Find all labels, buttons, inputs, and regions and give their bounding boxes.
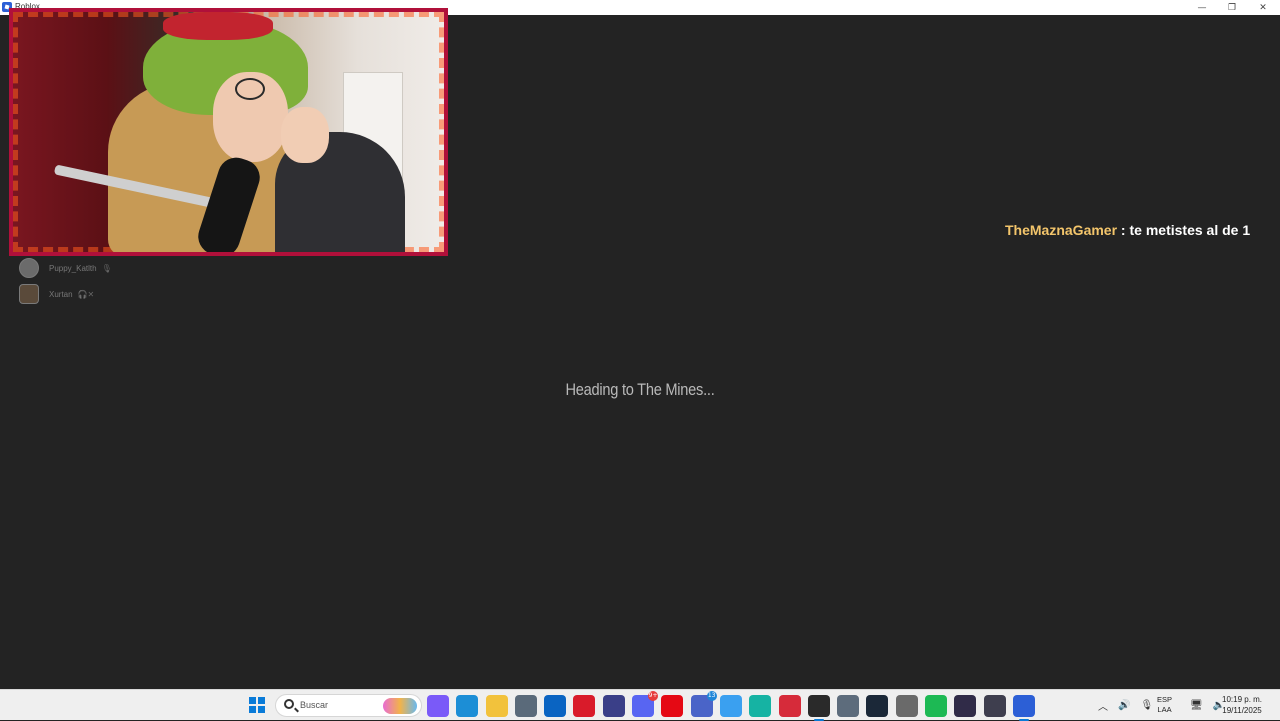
edge-icon[interactable] [456,695,479,717]
microphone-icon[interactable]: 🎙 [1140,700,1153,711]
twitch-app-icon[interactable] [983,695,1006,717]
webcam-overlay [9,8,448,256]
language-indicator[interactable]: ESP LAA [1157,695,1172,715]
spotify-icon[interactable] [925,695,948,717]
settings-icon[interactable] [837,695,860,717]
taskbar-apps: 9+ 13 [427,691,1042,721]
mic-icon: 🎙 [101,263,112,273]
search-placeholder: Buscar [300,700,329,710]
chrome-icon[interactable] [895,695,918,717]
notification-badge: 9+ [648,691,659,701]
hat-band [163,12,273,40]
voice-user: Puppy_Katlth 🎙 [19,258,112,278]
opera-icon[interactable] [573,695,596,717]
hand [281,107,329,163]
language-code: ESP [1157,695,1173,704]
network-icon: 🖥 [1190,700,1203,711]
clock-time: 10:19 p. m. [1222,695,1263,704]
roblox-icon[interactable] [1012,695,1035,721]
taskbar: Buscar 9+ 13 ︿ 🔊 🎙 ESP LAA 🖥 🔈 10:19 p. m… [0,689,1280,721]
search-highlight-icon [383,698,417,714]
close-button[interactable]: ✕ [1247,0,1279,15]
snipping-tool-icon[interactable] [602,695,625,717]
loading-status-text: Heading to The Mines... [565,380,715,399]
voice-user: Xurtan 🎧✕ [19,284,112,304]
teams-icon[interactable]: 13 [690,691,717,717]
minimize-button[interactable]: — [1186,0,1218,15]
glasses [235,78,265,100]
maximize-button[interactable]: ❐ [1216,0,1248,15]
chevron-up-icon[interactable]: ︿ [1098,698,1108,713]
file-explorer-icon[interactable] [485,695,508,717]
voice-user-list: Puppy_Katlth 🎙 Xurtan 🎧✕ [19,258,112,310]
netflix-icon[interactable] [661,695,684,717]
obs-icon[interactable] [954,695,977,717]
avatar [19,258,39,278]
chat-message: TheMaznaGamer : te metistes al de 1 [1005,219,1255,241]
chat-text: te metistes al de 1 [1129,222,1251,238]
discord-icon[interactable]: 9+ [632,691,659,717]
copilot-icon[interactable] [427,695,449,717]
keyboard-layout: LAA [1157,705,1172,714]
start-button[interactable] [249,697,265,713]
system-tray: ︿ 🔊 🎙 [1093,690,1158,721]
taskbar-search[interactable]: Buscar [275,694,422,717]
chat-separator: : [1117,222,1130,238]
speaker-icon[interactable]: 🔊 [1118,700,1130,711]
windsurf-icon[interactable] [719,695,742,717]
epic-games-icon[interactable] [807,695,830,721]
search-icon [284,699,294,709]
steam-icon[interactable] [866,695,889,717]
curseforge-icon[interactable] [749,695,772,717]
avatar [19,284,39,304]
voice-user-name: Xurtan [49,289,73,299]
outlook-icon[interactable] [544,695,567,717]
game-app-icon[interactable] [778,695,801,717]
chat-username: TheMaznaGamer [1005,222,1118,238]
clock-date: 19/11/2025 [1222,706,1262,715]
deafened-icon: 🎧✕ [77,289,95,299]
voice-user-name: Puppy_Katlth [49,263,97,273]
notification-badge: 13 [706,691,717,701]
store-icon[interactable] [514,695,537,717]
clock[interactable]: 10:19 p. m. 19/11/2025 [1222,694,1262,716]
